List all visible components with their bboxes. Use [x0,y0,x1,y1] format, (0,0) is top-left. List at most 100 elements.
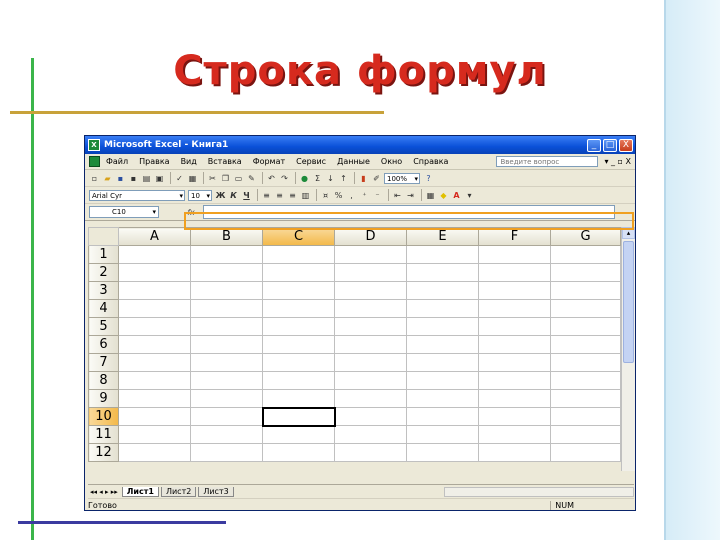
increase-indent-icon[interactable]: ⇥ [405,190,416,201]
align-center-icon[interactable]: ≡ [274,190,285,201]
help-icon[interactable]: ? [423,173,434,184]
cell[interactable] [262,281,335,300]
cell[interactable] [478,389,551,408]
merge-center-icon[interactable]: ▥ [300,190,311,201]
cell[interactable] [550,299,621,318]
cell[interactable] [550,371,621,390]
cell[interactable] [118,407,191,426]
cell[interactable] [334,263,407,282]
menu-help[interactable]: Справка [413,157,448,166]
help-search-input[interactable]: Введите вопрос [496,156,599,167]
cell[interactable] [550,281,621,300]
cell[interactable] [550,389,621,408]
sort-ascending-icon[interactable]: ↓ [325,173,336,184]
cell[interactable] [190,353,263,372]
cell[interactable] [406,443,479,462]
cell[interactable] [406,299,479,318]
font-name-select[interactable]: Arial Cyr [89,189,185,201]
cell[interactable] [118,443,191,462]
menu-format[interactable]: Формат [253,157,285,166]
cell[interactable] [118,263,191,282]
cell[interactable] [118,353,191,372]
cell[interactable] [478,371,551,390]
bold-button[interactable]: Ж [215,190,226,201]
window-titlebar[interactable]: X Microsoft Excel - Книга1 _ □ X [85,136,635,154]
cell[interactable] [406,353,479,372]
align-left-icon[interactable]: ≡ [261,190,272,201]
cell[interactable] [478,245,551,264]
row-header[interactable]: 12 [88,443,119,462]
cell[interactable] [262,245,335,264]
column-header-g[interactable]: G [550,227,621,246]
cell[interactable] [334,425,407,444]
percent-button[interactable]: % [333,190,344,201]
cell[interactable] [406,281,479,300]
cell[interactable] [334,389,407,408]
sheet-tab-2[interactable]: Лист2 [160,486,197,497]
row-header-selected[interactable]: 10 [88,407,119,426]
increase-decimal-icon[interactable]: ⁺ [359,190,370,201]
cell[interactable] [118,389,191,408]
column-header-b[interactable]: B [190,227,263,246]
cell[interactable] [406,389,479,408]
new-file-icon[interactable]: ▫ [89,173,100,184]
cell[interactable] [334,407,407,426]
row-header[interactable]: 3 [88,281,119,300]
row-header[interactable]: 1 [88,245,119,264]
cell[interactable] [118,317,191,336]
zoom-select[interactable]: 100% [384,172,420,184]
font-color-button[interactable]: A [451,190,462,201]
cell[interactable] [406,371,479,390]
menu-window[interactable]: Окно [381,157,402,166]
active-cell-c10[interactable] [261,406,336,427]
vertical-scrollbar[interactable]: ▴ [621,227,635,471]
format-painter-icon[interactable]: ✎ [246,173,257,184]
undo-icon[interactable]: ↶ [266,173,277,184]
cell[interactable] [334,353,407,372]
sheet-tab-1[interactable]: Лист1 [121,486,159,497]
cell[interactable] [262,335,335,354]
cell[interactable] [190,299,263,318]
cell[interactable] [262,443,335,462]
cell[interactable] [478,425,551,444]
menu-edit[interactable]: Правка [139,157,169,166]
cell[interactable] [262,425,335,444]
drawing-icon[interactable]: ✐ [371,173,382,184]
cell[interactable] [478,353,551,372]
cell[interactable] [334,281,407,300]
menu-file[interactable]: Файл [106,157,128,166]
cell[interactable] [334,335,407,354]
cell[interactable] [478,335,551,354]
column-header-f[interactable]: F [478,227,551,246]
cell[interactable] [334,299,407,318]
cell[interactable] [262,353,335,372]
sort-descending-icon[interactable]: ↑ [338,173,349,184]
cell[interactable] [406,425,479,444]
decrease-decimal-icon[interactable]: ⁻ [372,190,383,201]
horizontal-scrollbar[interactable] [444,486,634,497]
column-header-e[interactable]: E [406,227,479,246]
cell[interactable] [190,335,263,354]
row-header[interactable]: 4 [88,299,119,318]
paste-icon[interactable]: ▭ [233,173,244,184]
row-header[interactable]: 11 [88,425,119,444]
cell[interactable] [118,281,191,300]
cell[interactable] [118,335,191,354]
workbook-icon[interactable] [89,156,100,167]
permission-icon[interactable]: ▪ [128,173,139,184]
cell[interactable] [550,443,621,462]
name-box[interactable]: C10 [89,206,159,218]
menu-insert[interactable]: Вставка [208,157,242,166]
scroll-thumb[interactable] [623,241,634,363]
cell[interactable] [262,389,335,408]
cell[interactable] [262,263,335,282]
cell[interactable] [262,371,335,390]
cell[interactable] [550,425,621,444]
cell[interactable] [550,263,621,282]
cell[interactable] [118,371,191,390]
spelling-icon[interactable]: ✓ [174,173,185,184]
fill-color-icon[interactable]: ◆ [438,190,449,201]
close-button[interactable]: X [619,138,633,152]
research-icon[interactable]: ▦ [187,173,198,184]
row-header[interactable]: 5 [88,317,119,336]
